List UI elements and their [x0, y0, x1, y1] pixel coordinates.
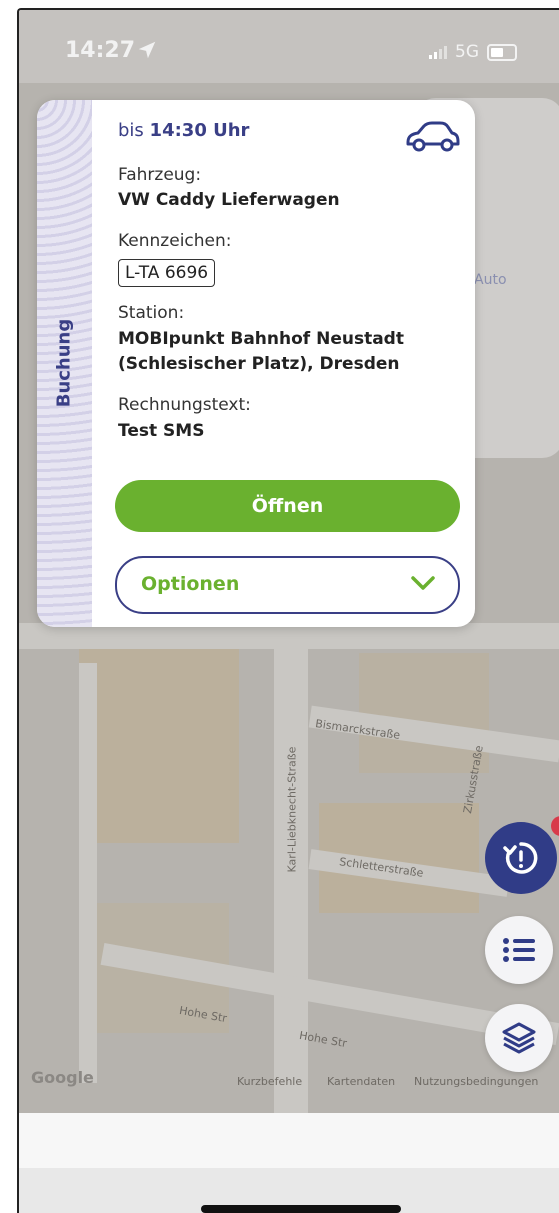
list-icon [503, 938, 535, 962]
booking-card: Buchung bis 14:30 Uhr Fahrzeug: VW Caddy… [37, 100, 475, 627]
map-building [359, 653, 489, 773]
station-value-line2: (Schlesischer Platz), Dresden [118, 354, 400, 374]
map-attribution-data[interactable]: Kartendaten [327, 1075, 395, 1088]
plate-label: Kennzeichen: [118, 231, 232, 251]
map-attribution-shortcuts[interactable]: Kurzbefehle [237, 1075, 302, 1088]
chevron-down-icon [411, 576, 435, 590]
street-label: Karl-Liebknecht-Straße [285, 746, 299, 873]
vehicle-value: VW Caddy Lieferwagen [118, 190, 340, 210]
filter-auto-label: Auto [474, 272, 507, 288]
open-button[interactable]: Öffnen [115, 480, 460, 532]
battery-icon [487, 43, 517, 61]
license-plate: L-TA 6696 [118, 259, 216, 287]
station-value-line1: MOBIpunkt Bahnhof Neustadt [118, 329, 404, 349]
station-label: Station: [118, 303, 185, 323]
booking-tab[interactable]: Buchung [37, 100, 92, 627]
location-arrow-icon [138, 41, 156, 59]
options-button-label: Optionen [141, 573, 240, 595]
map-building [79, 643, 239, 843]
bottom-strip [19, 1113, 559, 1168]
timer-icon [503, 842, 538, 874]
status-bar: 14:27 5G [19, 10, 559, 83]
map-attribution-terms[interactable]: Nutzungsbedingungen [414, 1075, 538, 1088]
status-time: 14:27 [65, 38, 136, 63]
booking-tab-label: Buchung [53, 318, 75, 408]
vehicle-label: Fahrzeug: [118, 165, 202, 185]
phone-screen: Bismarckstraße Karl-Liebknecht-Straße Sc… [17, 8, 559, 1213]
map-road [79, 663, 97, 1083]
list-button[interactable] [485, 916, 553, 984]
car-icon [406, 121, 460, 152]
status-indicators: 5G [429, 42, 517, 62]
network-type: 5G [455, 42, 479, 62]
options-button[interactable]: Optionen [115, 556, 460, 614]
timer-button[interactable] [485, 822, 557, 894]
invoice-label: Rechnungstext: [118, 395, 251, 415]
signal-icon [429, 45, 447, 59]
booking-until: bis 14:30 Uhr [118, 120, 249, 141]
until-prefix: bis [118, 120, 144, 141]
invoice-value: Test SMS [118, 421, 205, 441]
home-indicator[interactable] [201, 1205, 401, 1213]
map-logo: Google [31, 1068, 94, 1087]
layers-button[interactable] [485, 1004, 553, 1072]
layers-icon [502, 1022, 536, 1054]
until-time: 14:30 Uhr [149, 120, 250, 141]
